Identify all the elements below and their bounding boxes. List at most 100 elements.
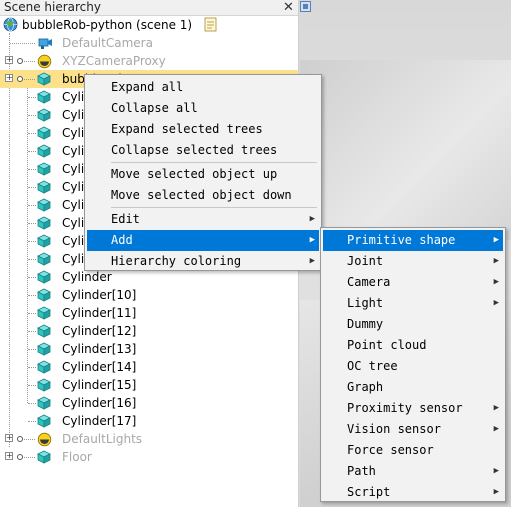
light-icon [37,54,52,69]
cube-icon [37,180,51,194]
tree-row[interactable]: Cylinder[17] [0,412,298,430]
menu-item-move-selected-object-down[interactable]: Move selected object down [87,185,319,206]
menu-item-add[interactable]: Add ▶ [87,230,319,251]
submenu-arrow-icon: ▶ [493,466,499,476]
tree-item-label: Cylinder[13] [62,342,137,356]
menu-separator [111,162,317,163]
light-icon [37,432,52,447]
tree-branch [24,457,35,458]
tree-row[interactable]: Cylinder[13] [0,340,298,358]
menu-item-label: Move selected object up [111,167,278,181]
cube-icon [37,450,51,464]
cube-icon [37,198,51,212]
cube-icon [37,306,51,320]
undock-icon[interactable] [300,1,311,12]
tree-branch [28,115,36,116]
menu-item-label: Collapse all [111,101,198,115]
expand-toggle-icon[interactable]: + [5,452,13,460]
tree-branch [28,187,36,188]
tree-row[interactable]: Cylinder[10] [0,286,298,304]
add-item-path[interactable]: Path ▶ [323,461,503,482]
script-icon[interactable] [204,17,218,32]
add-item-joint[interactable]: Joint ▶ [323,251,503,272]
cube-icon [37,414,51,428]
tree-row[interactable]: + XYZCameraProxy [0,52,298,70]
submenu-arrow-icon: ▶ [493,235,499,245]
close-icon[interactable]: ✕ [281,0,296,15]
tree-item-label: Cylinder[11] [62,306,137,320]
tree-branch [28,277,36,278]
tree-branch [28,133,36,134]
submenu-arrow-icon: ▶ [493,277,499,287]
cube-icon [37,288,51,302]
visibility-dot-icon [17,454,23,460]
cube-icon [37,216,51,230]
cube-icon [37,360,51,374]
tree-branch [10,43,35,44]
add-item-force-sensor[interactable]: Force sensor [323,440,503,461]
submenu-arrow-icon: ▶ [309,256,315,266]
add-item-script[interactable]: Script ▶ [323,482,503,503]
scene-floor-shading [300,60,511,240]
tree-row[interactable]: Cylinder[11] [0,304,298,322]
context-menu: Expand all Collapse all Expand selected tr… [84,74,322,271]
tree-branch [28,349,36,350]
cube-icon [37,126,51,140]
tree-row[interactable]: + Floor [0,448,298,466]
menu-item-label: Script [347,485,391,499]
add-item-graph[interactable]: Graph [323,377,503,398]
visibility-dot-icon [17,436,23,442]
menu-separator [111,207,317,208]
expand-toggle-icon[interactable]: + [5,56,13,64]
menu-item-label: OC tree [347,359,398,373]
tree-item-label: Cylinder[10] [62,288,137,302]
menu-item-hierarchy-coloring[interactable]: Hierarchy coloring ▶ [87,251,319,272]
visibility-dot-icon [17,76,23,82]
menu-item-label: Proximity sensor [347,401,463,415]
menu-item-collapse-selected-trees[interactable]: Collapse selected trees [87,140,319,161]
tree-branch [28,223,36,224]
add-item-camera[interactable]: Camera ▶ [323,272,503,293]
add-item-primitive-shape[interactable]: Primitive shape ▶ [323,230,503,251]
tree-branch [24,439,35,440]
cube-icon [37,90,51,104]
expand-toggle-icon[interactable]: + [5,74,13,82]
cube-icon [37,144,51,158]
tree-item-label: Cylinder[17] [62,414,137,428]
add-item-vision-sensor[interactable]: Vision sensor ▶ [323,419,503,440]
menu-item-label: Vision sensor [347,422,441,436]
menu-item-collapse-all[interactable]: Collapse all [87,98,319,119]
add-item-oc-tree[interactable]: OC tree [323,356,503,377]
panel-titlebar: Scene hierarchy ✕ [0,0,298,16]
menu-item-expand-selected-trees[interactable]: Expand selected trees [87,119,319,140]
tree-row[interactable]: Cylinder[12] [0,322,298,340]
add-item-light[interactable]: Light ▶ [323,293,503,314]
tree-item-label: DefaultLights [62,432,143,446]
tree-branch [28,151,36,152]
tree-row[interactable]: + DefaultLights [0,430,298,448]
visibility-dot-icon [17,58,23,64]
menu-item-label: Force sensor [347,443,434,457]
menu-item-label: Collapse selected trees [111,143,278,157]
tree-branch [28,259,36,260]
scene-root-row[interactable]: bubbleRob-python (scene 1) [0,16,298,34]
cube-icon [37,270,51,284]
tree-branch [28,385,36,386]
tree-row[interactable]: DefaultCamera [0,34,298,52]
tree-branch [28,205,36,206]
cube-icon [37,72,51,86]
tree-row[interactable]: Cylinder[14] [0,358,298,376]
menu-item-move-selected-object-up[interactable]: Move selected object up [87,164,319,185]
tree-row[interactable]: Cylinder[15] [0,376,298,394]
tree-branch [28,421,36,422]
tree-row[interactable]: Cylinder[16] [0,394,298,412]
menu-item-edit[interactable]: Edit ▶ [87,209,319,230]
tree-branch [28,403,36,404]
add-item-dummy[interactable]: Dummy [323,314,503,335]
menu-item-expand-all[interactable]: Expand all [87,77,319,98]
expand-toggle-icon[interactable]: + [5,434,13,442]
cube-icon [37,396,51,410]
add-item-point-cloud[interactable]: Point cloud [323,335,503,356]
menu-item-label: Hierarchy coloring [111,254,242,268]
add-item-proximity-sensor[interactable]: Proximity sensor ▶ [323,398,503,419]
